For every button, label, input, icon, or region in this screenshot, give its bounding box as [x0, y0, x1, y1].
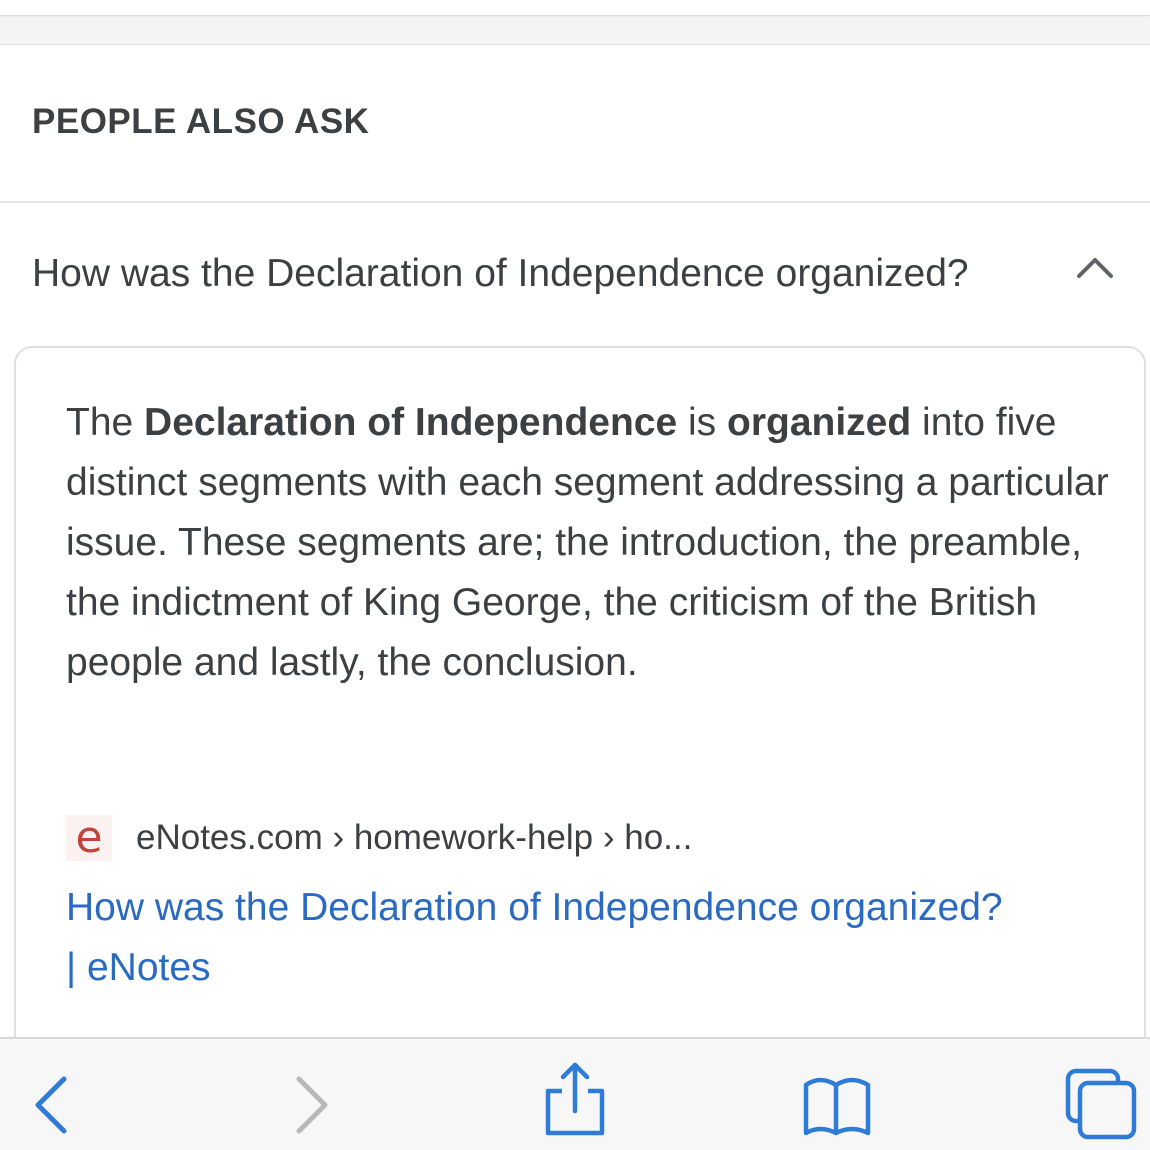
result-title-link[interactable]: How was the Declaration of Independence … [66, 878, 1126, 998]
back-arrow-icon [35, 1076, 67, 1134]
result-link-line-2[interactable]: | eNotes [66, 946, 211, 989]
card-gap [0, 17, 1150, 45]
tabs-icon [1065, 1068, 1137, 1140]
answer-part-2: is [677, 401, 727, 444]
paa-question-text: How was the Declaration of Independence … [32, 252, 969, 295]
source-breadcrumb: eNotes.com › homework-help › ho... [136, 818, 693, 857]
enotes-favicon-icon: e [66, 815, 112, 861]
forward-button[interactable] [285, 1067, 365, 1137]
header-divider [0, 201, 1150, 203]
answer-bold-1: Declaration of Independence [144, 401, 678, 444]
search-results-page: PEOPLE ALSO ASK How was the Declaration … [0, 0, 1150, 1150]
share-icon [545, 1062, 605, 1136]
tabs-button[interactable] [1062, 1067, 1142, 1140]
source-row[interactable]: e eNotes.com › homework-help › ho... [66, 814, 1066, 862]
answer-bold-2: organized [727, 401, 912, 444]
forward-arrow-icon [296, 1076, 328, 1134]
bookmarks-icon [803, 1077, 871, 1136]
favicon-letter: e [75, 812, 103, 863]
paa-question-row[interactable]: How was the Declaration of Independence … [0, 230, 1150, 320]
paa-answer-text: The Declaration of Independence is organ… [66, 393, 1116, 693]
paa-answer-box: The Declaration of Independence is organ… [14, 346, 1146, 1066]
previous-result-card [0, 0, 1150, 16]
people-also-ask-header: PEOPLE ALSO ASK [32, 102, 370, 141]
answer-part-1: The [66, 401, 145, 444]
browser-toolbar [0, 1037, 1150, 1150]
bookmarks-button[interactable] [796, 1067, 876, 1137]
chevron-up-icon[interactable] [1075, 250, 1115, 280]
result-link-line-1[interactable]: How was the Declaration of Independence … [66, 886, 1003, 929]
back-button[interactable] [28, 1067, 108, 1137]
share-button[interactable] [534, 1062, 614, 1137]
